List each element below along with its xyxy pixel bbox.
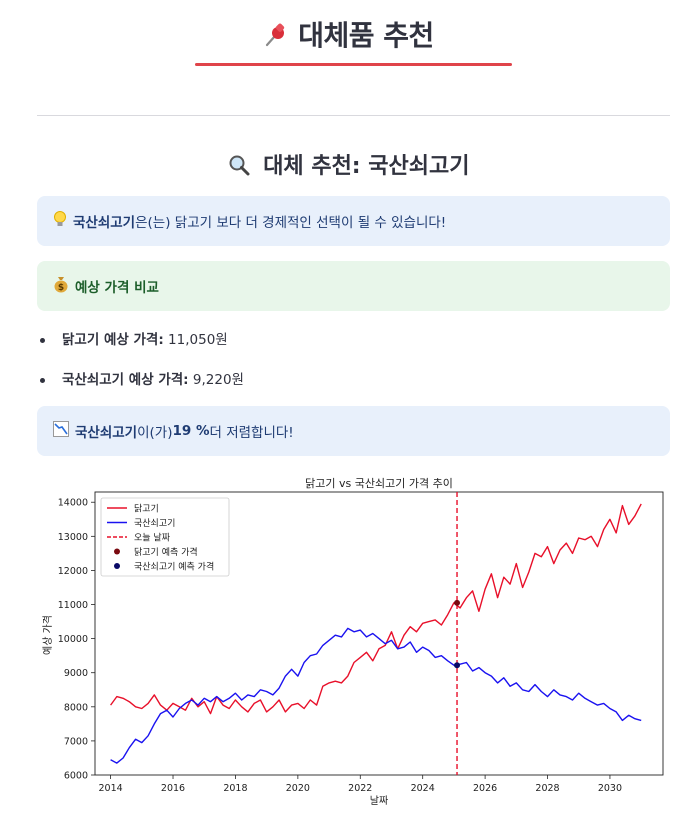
x-tick-label: 2024 bbox=[411, 783, 435, 794]
legend-swatch bbox=[114, 563, 120, 569]
price-list: 닭고기 예상 가격: 11,050원 국산쇠고기 예상 가격: 9,220원 bbox=[37, 326, 244, 406]
y-tick-label: 9000 bbox=[64, 668, 88, 679]
beef-price-line bbox=[110, 627, 642, 764]
recommended-item: 국산쇠고기 bbox=[73, 215, 136, 231]
y-tick-label: 11000 bbox=[58, 600, 88, 611]
price-comparison-header: $ 예상 가격 비교 bbox=[37, 261, 670, 311]
price-trend-chart: 닭고기 vs 국산쇠고기 가격 추이 날짜 예상 가격 2014 2016 2018… bbox=[37, 470, 677, 830]
chart-ylabel: 예상 가격 bbox=[41, 615, 54, 655]
title-underline bbox=[195, 63, 512, 66]
page-title: 대체품 추천 bbox=[298, 19, 434, 52]
price-value: 9,220원 bbox=[188, 372, 244, 388]
x-tick-label: 2030 bbox=[598, 783, 622, 794]
section-title-wrap: 대체 추천: 국산쇠고기 bbox=[0, 148, 697, 180]
list-item: 국산쇠고기 예상 가격: 9,220원 bbox=[37, 366, 244, 406]
legend-label: 국산쇠고기 예측 가격 bbox=[134, 561, 214, 573]
legend-label: 오늘 날짜 bbox=[134, 533, 171, 544]
lightbulb-icon bbox=[53, 210, 67, 232]
x-tick-label: 2028 bbox=[535, 783, 559, 794]
list-item: 닭고기 예상 가격: 11,050원 bbox=[37, 326, 244, 366]
price-value: 11,050원 bbox=[163, 332, 228, 348]
x-tick-label: 2016 bbox=[161, 783, 185, 794]
y-tick-label: 6000 bbox=[64, 771, 88, 782]
chart-xlabel: 날짜 bbox=[370, 795, 388, 807]
price-label: 국산쇠고기 예상 가격: bbox=[62, 372, 189, 388]
x-tick-label: 2022 bbox=[348, 783, 372, 794]
y-tick-label: 7000 bbox=[64, 736, 88, 747]
legend-label: 닭고기 bbox=[134, 503, 159, 515]
y-tick-label: 10000 bbox=[58, 634, 88, 645]
savings-alert: 국산쇠고기 이(가) 19 % 더 저렴합니다! bbox=[37, 406, 670, 456]
savings-percent: 19 % bbox=[172, 423, 210, 439]
recommendation-alert: 국산쇠고기 은(는) 닭고기 보다 더 경제적인 선택이 될 수 있습니다! bbox=[37, 196, 670, 246]
divider bbox=[37, 115, 670, 116]
chicken-prediction-point bbox=[454, 599, 461, 606]
chart-decreasing-icon bbox=[53, 421, 69, 441]
page-header: 대체품 추천 bbox=[0, 14, 697, 54]
y-tick-label: 13000 bbox=[58, 532, 88, 543]
beef-prediction-point bbox=[454, 662, 461, 669]
y-tick-label: 12000 bbox=[58, 566, 88, 577]
x-tick-label: 2018 bbox=[223, 783, 247, 794]
x-tick-label: 2026 bbox=[473, 783, 497, 794]
legend-label: 닭고기 예측 가격 bbox=[134, 546, 198, 558]
price-comparison-title: 예상 가격 비교 bbox=[75, 280, 159, 296]
pushpin-icon bbox=[263, 22, 289, 51]
y-tick-label: 14000 bbox=[58, 498, 88, 509]
price-label: 닭고기 예상 가격: bbox=[62, 332, 164, 348]
section-title: 대체 추천: 국산쇠고기 bbox=[263, 154, 470, 179]
x-tick-label: 2014 bbox=[99, 783, 123, 794]
chart-svg: 닭고기 vs 국산쇠고기 가격 추이 날짜 예상 가격 2014 2016 2018… bbox=[41, 477, 664, 807]
savings-text-1: 이(가) bbox=[137, 425, 173, 441]
money-bag-icon: $ bbox=[53, 275, 69, 297]
savings-item: 국산쇠고기 bbox=[75, 425, 138, 441]
legend-swatch bbox=[114, 548, 120, 555]
savings-text-2: 더 저렴합니다! bbox=[209, 425, 294, 441]
recommendation-text: 은(는) 닭고기 보다 더 경제적인 선택이 될 수 있습니다! bbox=[135, 215, 447, 231]
y-tick-label: 8000 bbox=[64, 702, 88, 713]
magnifier-icon bbox=[228, 154, 250, 179]
x-tick-label: 2020 bbox=[286, 783, 310, 794]
chart-title: 닭고기 vs 국산쇠고기 가격 추이 bbox=[305, 477, 453, 490]
svg-text:$: $ bbox=[58, 283, 64, 293]
legend-label: 국산쇠고기 bbox=[134, 518, 175, 529]
